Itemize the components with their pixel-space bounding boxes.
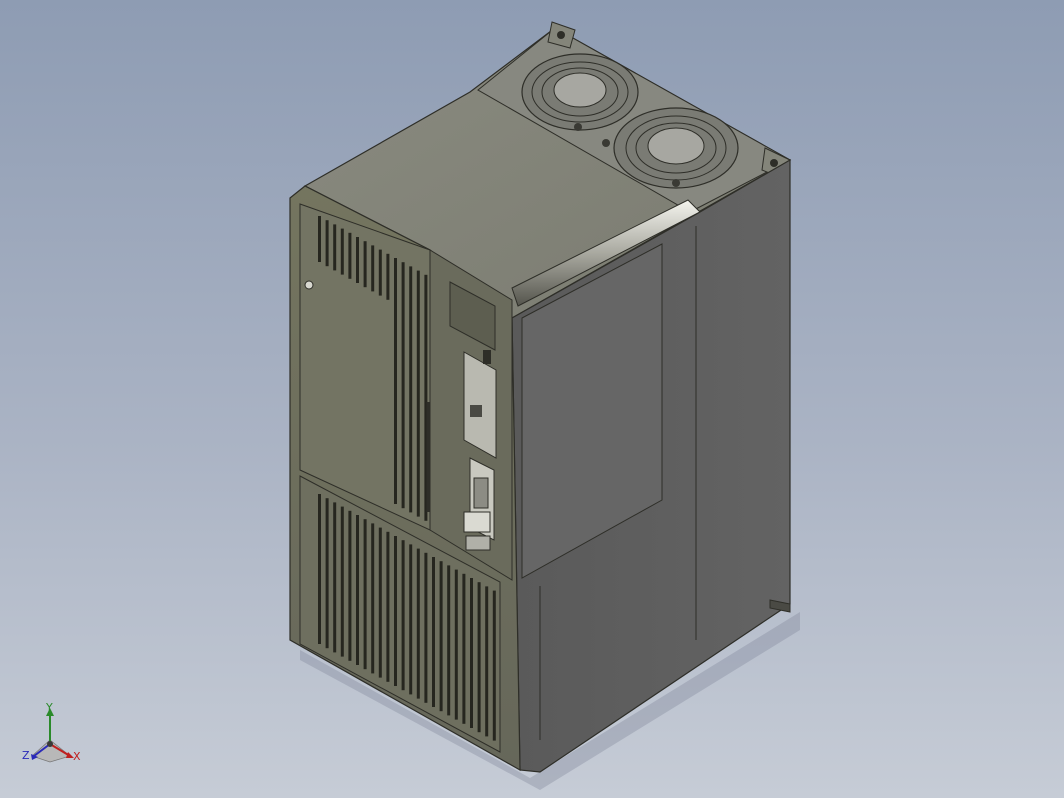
vent-slot (462, 573, 466, 724)
vent-slot (416, 270, 420, 517)
vent-slot (432, 557, 435, 707)
vent-slot (439, 561, 443, 712)
vent-slot (371, 523, 375, 674)
vent-slot (333, 224, 337, 271)
vent-slot (325, 498, 329, 649)
vent-slot (386, 531, 390, 682)
vent-slot (318, 494, 321, 644)
vent-slot (340, 506, 344, 657)
vent-slot (333, 502, 337, 653)
vent-slot (470, 578, 473, 728)
vent-slot (325, 220, 329, 267)
screw-hole (304, 280, 314, 290)
inverter-3d-model[interactable] (0, 0, 1064, 798)
vent-slot (409, 544, 413, 695)
triad-z-label: Z (22, 749, 30, 762)
vent-slot (356, 237, 359, 283)
triad-x-label: X (73, 750, 81, 763)
vent-slot (318, 216, 321, 262)
vent-slot (363, 519, 367, 670)
vent-slot (371, 245, 375, 292)
vent-slot (447, 565, 451, 716)
vent-slot (348, 232, 352, 279)
indicator-led (483, 350, 491, 364)
vent-slot (378, 249, 382, 296)
vent-slot (477, 582, 481, 733)
vent-slot (386, 253, 390, 300)
coordinate-triad: Y Z X (18, 700, 88, 770)
vent-slot (394, 258, 397, 504)
vent-slot (378, 527, 382, 678)
vent-slot (401, 262, 405, 509)
vent-slot (409, 266, 413, 513)
vent-slot (454, 569, 458, 720)
fan-left (521, 53, 639, 131)
triad-y-label: Y (46, 701, 53, 714)
vent-slot (356, 515, 359, 665)
vent-slot (340, 228, 344, 275)
vent-slot (416, 548, 420, 699)
vent-slot (394, 536, 397, 686)
terminal-button (470, 405, 482, 417)
vent-slot (492, 590, 496, 741)
vent-slot (348, 510, 352, 661)
vent-slot (424, 552, 428, 703)
cad-viewport[interactable]: Y Z X (0, 0, 1064, 798)
vent-slot (401, 540, 405, 691)
vent-slot (363, 241, 367, 288)
vent-slot (485, 586, 489, 737)
